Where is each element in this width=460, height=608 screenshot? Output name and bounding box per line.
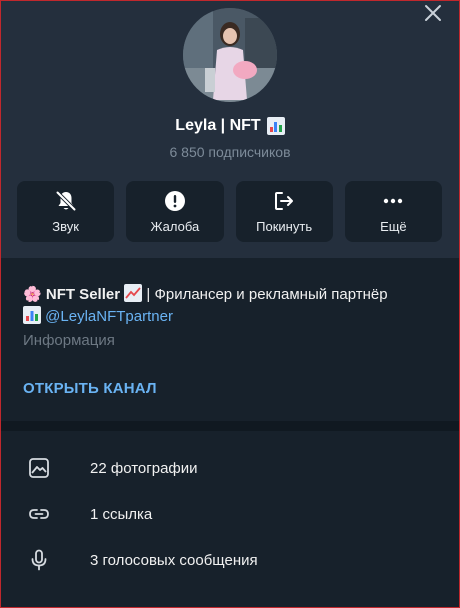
- open-channel-button[interactable]: ОТКРЫТЬ КАНАЛ: [23, 380, 157, 397]
- chart-emoji-icon: [266, 117, 285, 135]
- avatar-photo: [183, 8, 277, 102]
- report-label: Жалоба: [150, 219, 200, 234]
- channel-info-section: 🌸 NFT Seller | Фрилансер и рекламный пар…: [0, 258, 460, 421]
- more-icon: [384, 198, 403, 204]
- leave-icon: [275, 192, 294, 210]
- photo-icon: [29, 458, 49, 478]
- report-button[interactable]: Жалоба: [126, 181, 224, 242]
- alert-icon: [164, 191, 185, 211]
- media-row-photos[interactable]: 22 фотографии: [0, 445, 460, 491]
- action-bar: Звук Жалоба Покинуть Ещё: [17, 181, 442, 242]
- flower-emoji: 🌸: [23, 286, 42, 303]
- subscriber-count: 6 850 подписчиков: [169, 144, 291, 160]
- bar-chart-icon: [23, 306, 41, 324]
- media-label-photos: 22 фотографии: [90, 459, 198, 477]
- username-link[interactable]: @LeylaNFTpartner: [45, 308, 173, 325]
- mute-button[interactable]: Звук: [17, 181, 115, 242]
- media-row-voice[interactable]: 3 голосовых сообщения: [0, 537, 460, 583]
- more-button[interactable]: Ещё: [344, 181, 442, 242]
- media-label-voice: 3 голосовых сообщения: [90, 551, 258, 569]
- bio-title: NFT Seller: [45, 286, 121, 303]
- microphone-icon: [31, 549, 47, 571]
- media-label-links: 1 ссылка: [90, 505, 153, 523]
- link-icon: [29, 509, 49, 519]
- info-caption: Информация: [23, 332, 115, 349]
- avatar[interactable]: [183, 8, 277, 102]
- channel-name-text: Leyla | NFT: [175, 117, 261, 134]
- bio-text: | Фрилансер и рекламный партнёр: [146, 286, 388, 303]
- section-divider: [0, 421, 460, 431]
- more-label: Ещё: [380, 219, 407, 234]
- media-row-links[interactable]: 1 ссылка: [0, 491, 460, 537]
- leave-label: Покинуть: [256, 219, 313, 234]
- channel-description: 🌸 NFT Seller | Фрилансер и рекламный пар…: [23, 284, 443, 328]
- mute-label: Звук: [52, 219, 79, 234]
- close-button[interactable]: [420, 0, 446, 26]
- bell-off-icon: [55, 190, 77, 212]
- chart-increasing-icon: [124, 284, 143, 302]
- shared-media-list: 22 фотографии 1 ссылка 3 голосовых сообщ…: [0, 431, 460, 608]
- close-icon: [425, 5, 441, 21]
- profile-header: Leyla | NFT 6 850 подписчиков Звук Жалоб…: [0, 0, 460, 258]
- leave-button[interactable]: Покинуть: [235, 181, 333, 242]
- channel-name: Leyla | NFT: [0, 117, 460, 135]
